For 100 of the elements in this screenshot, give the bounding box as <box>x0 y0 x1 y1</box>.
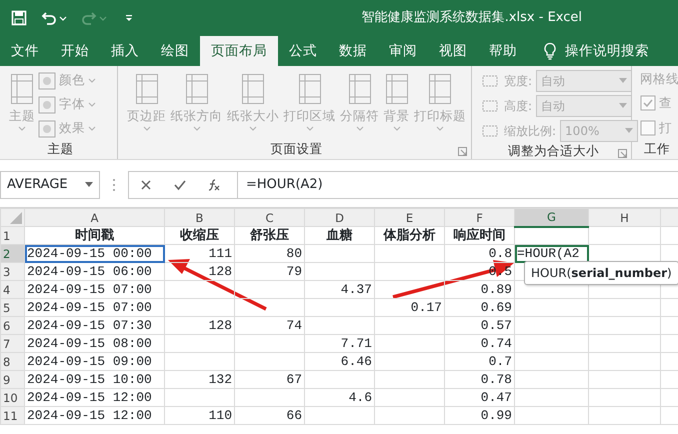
table-cell: 74 <box>286 318 302 332</box>
table-cell: 0.89 <box>480 282 512 296</box>
save-icon <box>11 10 27 26</box>
table-cell: 67 <box>286 372 302 386</box>
row-header[interactable]: 1 <box>0 226 24 244</box>
caret-icon <box>192 126 200 132</box>
column-title: 血糖 <box>326 228 352 242</box>
column-header[interactable]: E <box>374 208 444 226</box>
caret-icon <box>306 126 314 132</box>
ribbon-tab[interactable]: 审阅 <box>378 36 428 66</box>
dialog-launcher-icon[interactable] <box>458 147 467 156</box>
table-cell: 2024-09-15 12:00 <box>27 390 152 404</box>
table-cell: 0.99 <box>480 408 512 422</box>
table-cell: 2024-09-15 09:00 <box>27 354 152 368</box>
table-cell: 0.69 <box>480 300 512 314</box>
table-cell: 2024-09-15 07:30 <box>27 318 152 332</box>
close-icon <box>139 178 153 192</box>
table-cell: 132 <box>208 372 232 386</box>
column-title: 体脂分析 <box>384 228 436 242</box>
function-tooltip: HOUR(serial_number) <box>524 261 678 285</box>
table-cell: 128 <box>208 264 232 278</box>
column-header[interactable]: D <box>304 208 374 226</box>
ribbon-tab[interactable]: 绘图 <box>150 36 200 66</box>
caret-icon <box>619 78 628 84</box>
table-cell: 2024-09-15 07:00 <box>27 300 152 314</box>
row-header[interactable]: 3 <box>0 262 24 280</box>
ribbon-tab[interactable]: 页面布局 <box>200 36 278 66</box>
caret-icon <box>249 126 257 132</box>
row-header[interactable]: 10 <box>0 388 24 406</box>
table-cell: 4.6 <box>348 390 372 404</box>
row-header[interactable]: 2 <box>0 244 24 262</box>
page-icon <box>386 74 408 104</box>
caret-icon <box>142 126 150 132</box>
column-title: 舒张压 <box>250 228 289 242</box>
table-cell: 2024-09-15 08:00 <box>27 336 152 350</box>
swatch-icon <box>38 120 56 138</box>
field-label: 宽度: <box>504 73 532 90</box>
dialog-launcher-icon[interactable] <box>618 148 627 158</box>
ribbon-tab[interactable]: 视图 <box>428 36 478 66</box>
row-header[interactable]: 5 <box>0 298 24 316</box>
column-header[interactable]: G <box>514 208 588 226</box>
table-cell: 0.8 <box>488 246 512 260</box>
checkbox-icon <box>640 95 656 112</box>
page-icon <box>298 74 320 104</box>
row-header[interactable]: 11 <box>0 406 24 424</box>
tell-me-search[interactable]: 操作说明搜索 <box>532 36 660 66</box>
table-cell: 110 <box>208 408 232 422</box>
ribbon-tab[interactable]: 公式 <box>278 36 328 66</box>
page-icon <box>429 74 451 104</box>
column-header[interactable]: B <box>164 208 234 226</box>
column-header[interactable]: C <box>234 208 304 226</box>
check-icon <box>173 178 187 192</box>
group-label: 调整为合适大小 <box>508 142 599 160</box>
corner-triangle-icon <box>10 212 22 224</box>
caret-icon <box>18 126 26 132</box>
page-icon <box>348 74 370 104</box>
grip-icon <box>112 178 116 192</box>
table-cell: 0.78 <box>480 372 512 386</box>
caret-icon <box>356 126 364 132</box>
page-icon <box>242 74 264 104</box>
table-cell: 0.47 <box>480 390 512 404</box>
table-cell: 2024-09-15 12:00 <box>27 408 152 422</box>
table-cell: 80 <box>286 246 302 260</box>
function-icon <box>207 178 221 192</box>
caret-icon <box>392 126 400 132</box>
swatch-icon <box>38 96 56 114</box>
field-label: 缩放比例: <box>504 123 556 140</box>
checkbox-icon <box>640 120 656 136</box>
ribbon-tab[interactable]: 数据 <box>328 36 378 66</box>
ribbon-tab[interactable]: 开始 <box>50 36 100 66</box>
column-header[interactable]: F <box>444 208 514 226</box>
formula-input[interactable]: =HOUR(A2) <box>237 170 678 198</box>
column-header[interactable]: H <box>588 208 660 226</box>
table-cell: 111 <box>208 246 232 260</box>
table-cell: 66 <box>286 408 302 422</box>
table-cell: 4.37 <box>340 282 372 296</box>
row-header[interactable]: 9 <box>0 370 24 388</box>
column-title: 时间戳 <box>75 228 114 242</box>
row-header[interactable]: 4 <box>0 280 24 298</box>
caret-icon <box>88 102 96 108</box>
table-cell: 2024-09-15 06:00 <box>27 264 152 278</box>
row-header[interactable]: 6 <box>0 316 24 334</box>
table-cell: 128 <box>208 318 232 332</box>
ribbon-tab[interactable]: 文件 <box>0 36 50 66</box>
swatch-icon <box>38 72 56 90</box>
name-box[interactable]: AVERAGE <box>0 170 100 198</box>
column-header[interactable]: A <box>24 208 164 226</box>
table-cell: 0.74 <box>480 336 512 350</box>
table-cell: 2024-09-15 10:00 <box>27 372 152 386</box>
window-title: 智能健康监测系统数据集.xlsx - Excel <box>362 9 582 28</box>
table-cell: 7.71 <box>340 336 372 350</box>
row-header[interactable]: 8 <box>0 352 24 370</box>
table-cell: 6.46 <box>340 354 372 368</box>
ribbon-tab[interactable]: 插入 <box>100 36 150 66</box>
ribbon-tab[interactable]: 帮助 <box>478 36 528 66</box>
caret-icon <box>619 103 628 109</box>
caret-icon <box>436 126 444 132</box>
row-header[interactable]: 7 <box>0 334 24 352</box>
table-cell: 0.17 <box>410 300 442 314</box>
group-label: 工作 <box>644 140 670 158</box>
